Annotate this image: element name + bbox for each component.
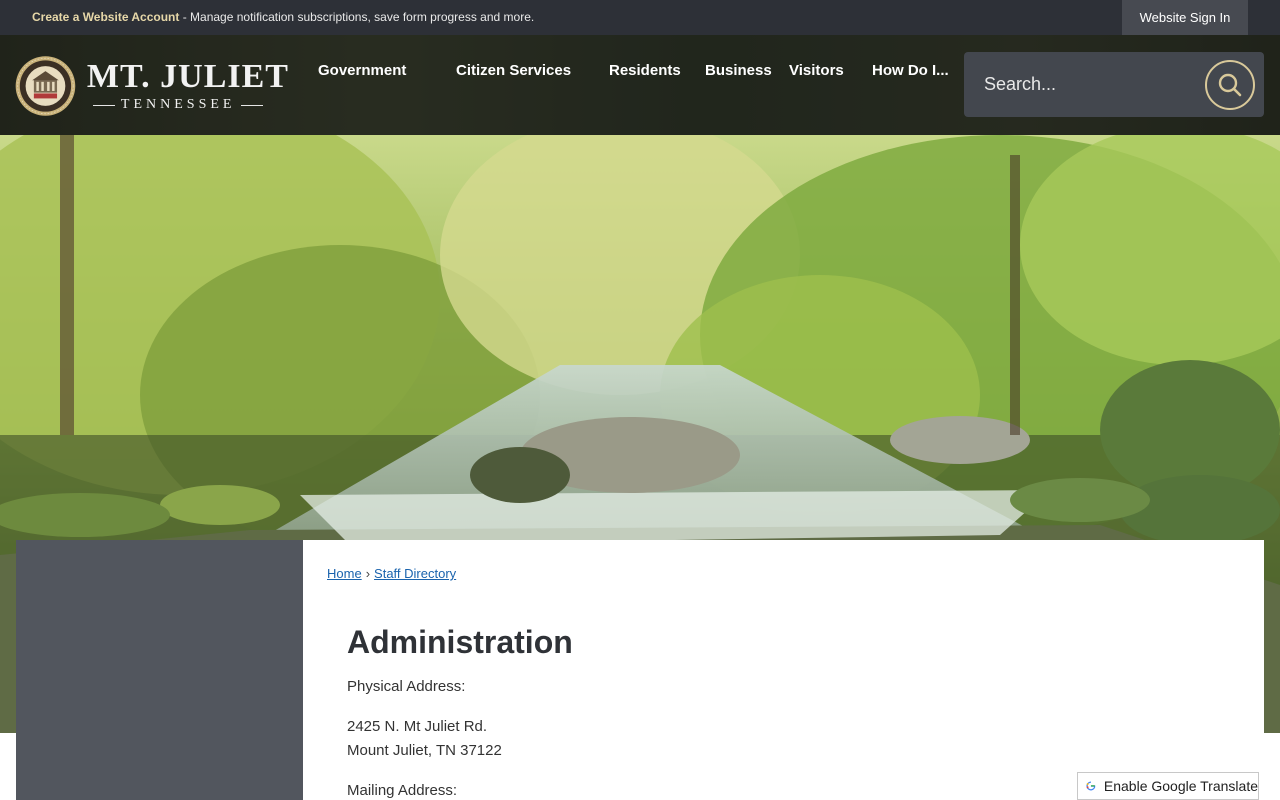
logo-state: TENNESSEE [87,97,289,113]
city-seal-icon [15,56,76,116]
physical-address-line2: Mount Juliet, TN 37122 [347,742,502,759]
google-translate-label: Enable Google Translate [1103,778,1258,794]
logo-city-name: MT. JULIET [86,58,289,95]
top-utility-bar: Create a Website Account - Manage notifi… [0,0,1280,35]
breadcrumb-separator: › [365,566,371,581]
nav-business[interactable]: Business [705,62,772,79]
physical-address-label: Physical Address: [347,678,466,695]
nav-government[interactable]: Government [318,62,406,79]
site-search [964,52,1264,117]
left-sidebar [16,540,303,800]
nav-citizen-services[interactable]: Citizen Services [456,62,571,79]
breadcrumb: Home › Staff Directory [327,566,456,581]
search-input[interactable] [964,52,1199,117]
google-translate-button[interactable]: Enable Google Translate [1077,772,1259,800]
account-description: - Manage notification subscriptions, sav… [179,10,535,24]
site-header: MT. JULIET TENNESSEE Government Citizen … [0,35,1280,135]
search-icon [1218,73,1242,97]
logo-rule-left [92,104,115,106]
account-prompt: Create a Website Account - Manage notifi… [32,10,534,24]
google-translate-icon [1086,781,1096,791]
site-logo[interactable]: MT. JULIET TENNESSEE [14,48,289,124]
search-button[interactable] [1205,60,1255,110]
main-content: Home › Staff Directory Administration Phys… [303,540,1264,800]
create-account-link[interactable]: Create a Website Account [32,10,179,24]
nav-residents[interactable]: Residents [609,62,681,79]
mailing-address-label: Mailing Address: [347,782,458,799]
breadcrumb-staff-directory-link[interactable]: Staff Directory [374,566,456,581]
nav-visitors[interactable]: Visitors [789,62,844,79]
nav-how-do-i[interactable]: How Do I... [872,62,949,79]
breadcrumb-home-link[interactable]: Home [327,566,362,581]
logo-rule-right [241,104,264,106]
logo-state-text: TENNESSEE [120,97,236,112]
physical-address-line1: 2425 N. Mt Juliet Rd. [347,718,488,735]
page-title: Administration [347,624,573,660]
website-sign-in-button[interactable]: Website Sign In [1122,0,1248,35]
